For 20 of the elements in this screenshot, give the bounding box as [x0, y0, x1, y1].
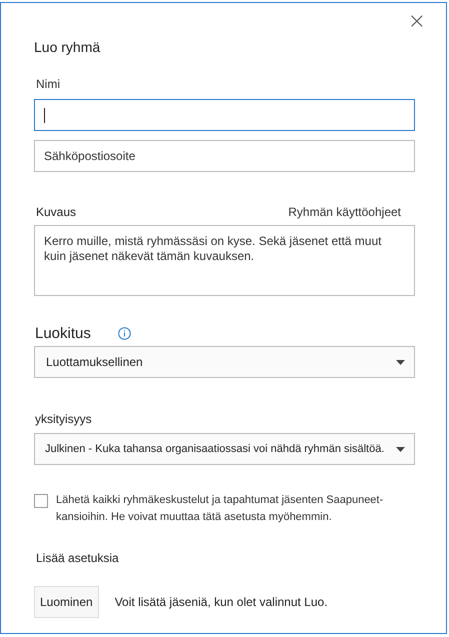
- create-button[interactable]: Luominen: [34, 586, 99, 618]
- name-field[interactable]: [34, 99, 415, 131]
- guidelines-link[interactable]: Ryhmän käyttöohjeet: [288, 205, 401, 219]
- more-settings-label[interactable]: Lisää asetuksia: [36, 551, 413, 565]
- dropdown-arrow-icon: [396, 446, 405, 452]
- classification-dropdown[interactable]: Luottamuksellinen: [34, 346, 415, 378]
- email-field[interactable]: Sähköpostiosoite: [34, 140, 415, 172]
- hint-text: Voit lisätä jäseniä, kun olet valinnut Luo.: [114, 595, 328, 609]
- description-field[interactable]: Kerro muille, mistä ryhmässäsi on kyse. Sekä jäsenet että muut kuin jäsenet näkevät tämän kuvauksen.: [34, 225, 415, 296]
- field-label: Kuvaus: [36, 205, 76, 219]
- dropdown-arrow-icon: [396, 360, 405, 364]
- field-label: Nimi: [36, 77, 61, 91]
- checkbox-label: Lähetä kaikki ryhmäkeskustelut ja tapahtumat jäsenten Saapuneet-kansioihin. He voivat muuttaa tätä asetusta myöhemmin.: [56, 493, 384, 525]
- field-label: yksityisyys: [35, 412, 93, 426]
- checkbox[interactable]: [34, 494, 48, 508]
- info-icon[interactable]: [118, 327, 131, 340]
- dialog-title: Luo ryhmä: [34, 39, 102, 55]
- field-label: Luokitus: [35, 325, 91, 342]
- close-button[interactable]: ×: [404, 11, 430, 33]
- privacy-dropdown[interactable]: Julkinen - Kuka tahansa organisaatiossasi voi nähdä ryhmän sisältöä.: [34, 433, 415, 465]
